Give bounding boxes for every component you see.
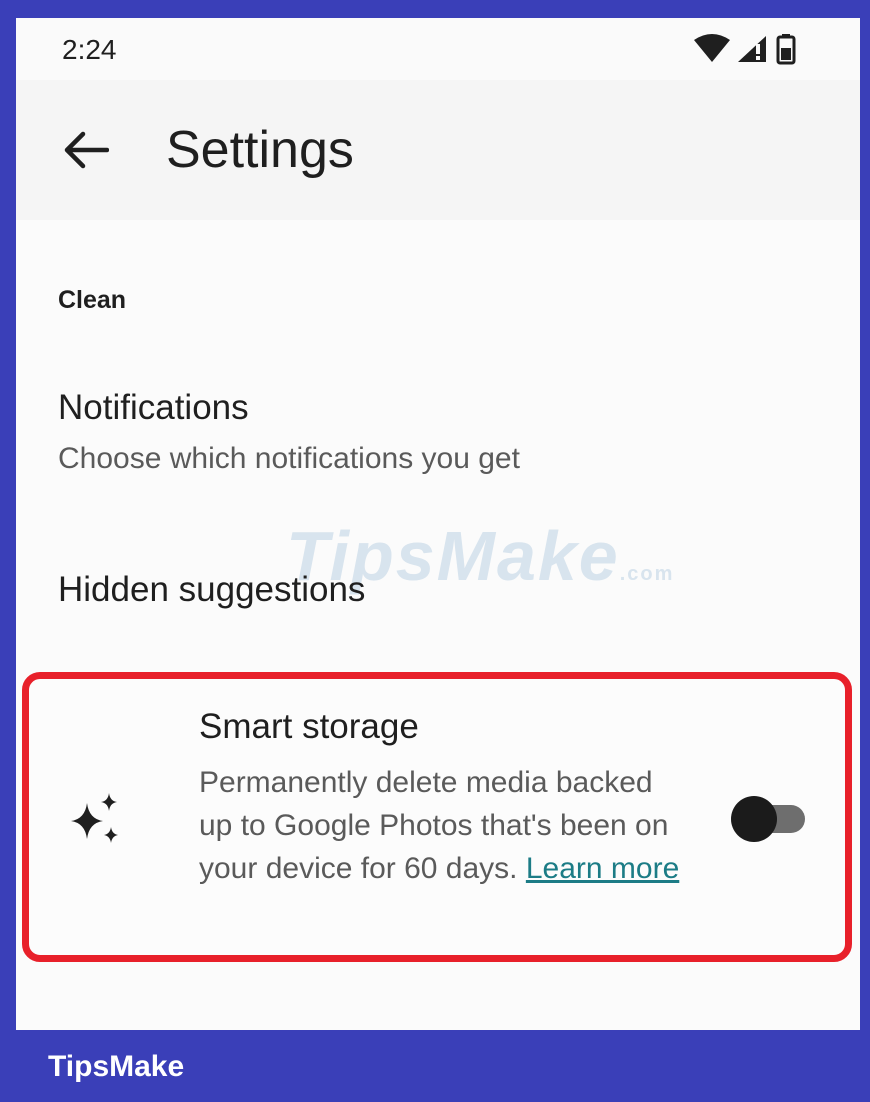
smart-storage-description: Permanently delete media backed up to Go…	[199, 761, 689, 890]
toggle-thumb	[731, 796, 777, 842]
footer-brand: TipsMake	[48, 1050, 185, 1083]
page-title: Settings	[166, 121, 354, 179]
settings-list: Clean Notifications Choose which notific…	[16, 220, 860, 1030]
smart-storage-highlight: Smart storage Permanently delete media b…	[22, 672, 852, 962]
section-header-clean: Clean	[58, 286, 127, 314]
learn-more-link[interactable]: Learn more	[526, 852, 679, 885]
arrow-back-icon	[64, 131, 109, 169]
status-time: 2:24	[62, 34, 117, 65]
app-bar: Settings	[16, 80, 860, 220]
status-icons	[694, 32, 824, 68]
smart-storage-title: Smart storage	[199, 707, 419, 746]
notifications-subtitle: Choose which notifications you get	[58, 442, 520, 475]
battery-icon	[776, 34, 796, 65]
notifications-title: Notifications	[58, 388, 249, 427]
phone-screen: 2:24 Settings Clean Notifications Choose…	[16, 18, 860, 1030]
wifi-icon	[694, 34, 730, 62]
image-frame: 2:24 Settings Clean Notifications Choose…	[0, 0, 870, 1102]
smart-storage-toggle[interactable]	[729, 791, 813, 847]
settings-item-hidden-suggestions[interactable]: Hidden suggestions	[58, 570, 818, 630]
sparkle-icon	[67, 789, 127, 849]
signal-icon	[738, 36, 766, 62]
smart-storage-text: Smart storage Permanently delete media b…	[199, 707, 689, 890]
status-bar: 2:24	[16, 18, 860, 80]
hidden-suggestions-title: Hidden suggestions	[58, 570, 366, 609]
settings-item-notifications[interactable]: Notifications Choose which notifications…	[58, 388, 818, 498]
back-button[interactable]	[54, 118, 118, 182]
